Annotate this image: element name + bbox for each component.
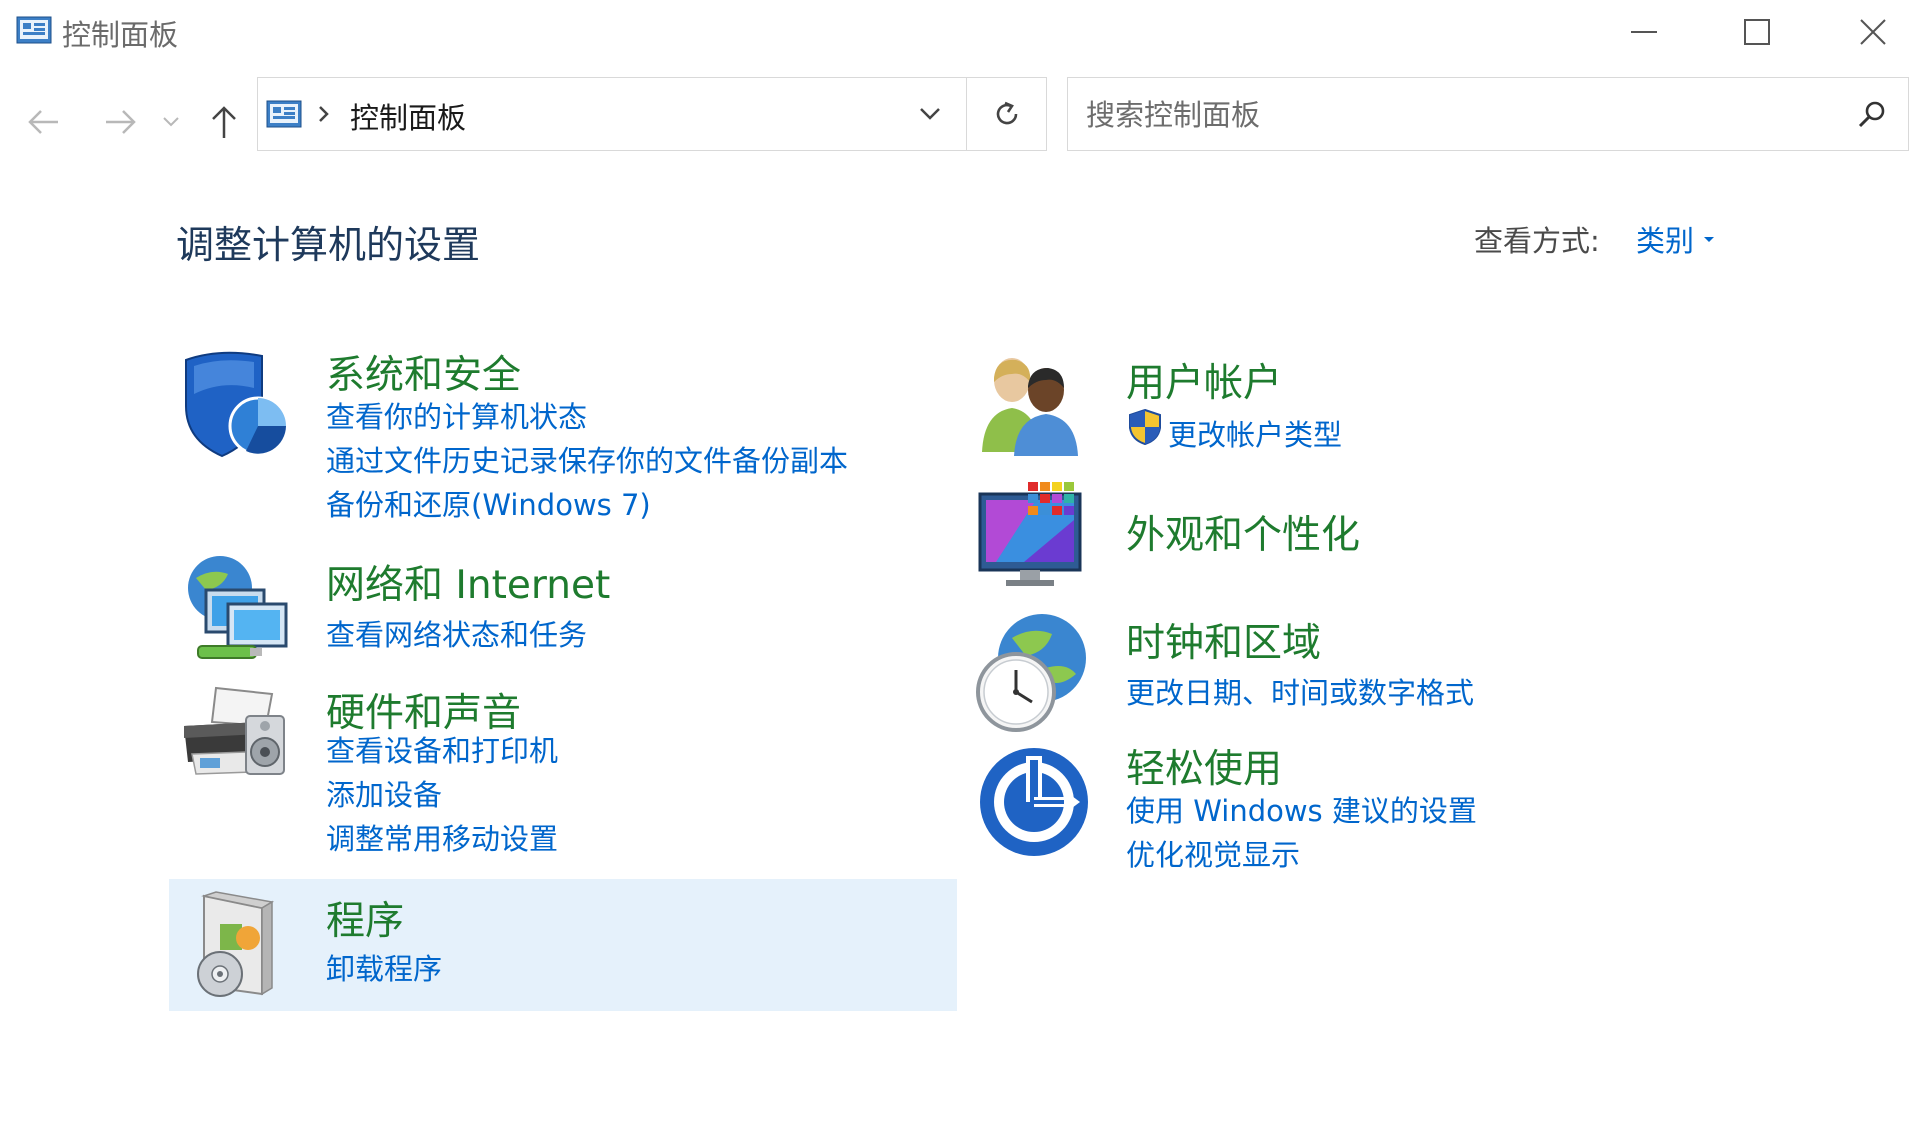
back-button[interactable] — [22, 100, 66, 144]
minimize-button[interactable] — [1619, 8, 1669, 56]
link-view-computer-status[interactable]: 查看你的计算机状态 — [326, 394, 587, 436]
forward-button[interactable] — [98, 100, 142, 144]
window-title: 控制面板 — [62, 18, 179, 52]
address-history-dropdown[interactable] — [908, 92, 952, 136]
refresh-icon — [996, 101, 1018, 125]
maximize-icon — [1744, 19, 1770, 45]
search-icon — [1858, 101, 1885, 128]
category-title[interactable]: 程序 — [326, 890, 404, 946]
recent-locations-button[interactable] — [156, 100, 186, 144]
network-icon — [176, 554, 296, 674]
link-add-device[interactable]: 添加设备 — [326, 772, 442, 814]
link-change-date-time-format[interactable]: 更改日期、时间或数字格式 — [1126, 670, 1474, 712]
link-backup-restore[interactable]: 备份和还原(Windows 7) — [326, 482, 651, 524]
ease-of-access-icon — [976, 738, 1096, 858]
control-panel-icon — [16, 16, 52, 44]
address-divider — [966, 78, 967, 150]
breadcrumb-item[interactable]: 控制面板 — [350, 95, 466, 137]
control-panel-icon — [266, 100, 302, 128]
link-file-history-backup[interactable]: 通过文件历史记录保存你的文件备份副本 — [326, 438, 848, 480]
uac-shield-icon — [1129, 408, 1161, 446]
link-change-account-type[interactable]: 更改帐户类型 — [1168, 412, 1342, 454]
category-title[interactable]: 时钟和区域 — [1126, 612, 1321, 668]
close-button[interactable] — [1848, 8, 1898, 56]
view-by-value[interactable]: 类别 — [1636, 218, 1694, 260]
category-title[interactable]: 用户帐户 — [1126, 352, 1282, 408]
category-title[interactable]: 外观和个性化 — [1126, 504, 1360, 560]
link-network-status[interactable]: 查看网络状态和任务 — [326, 612, 587, 654]
chevron-down-icon — [920, 108, 940, 120]
breadcrumb-separator-icon[interactable] — [314, 102, 334, 130]
link-devices-printers[interactable]: 查看设备和打印机 — [326, 728, 558, 770]
page-title: 调整计算机的设置 — [176, 223, 481, 267]
close-icon — [1860, 19, 1886, 45]
arrow-left-icon — [28, 110, 58, 134]
category-title[interactable]: 轻松使用 — [1126, 738, 1282, 794]
view-by-dropdown[interactable]: 类别 — [1636, 218, 1716, 260]
minimize-icon — [1631, 31, 1657, 33]
category-title[interactable]: 网络和 Internet — [326, 554, 610, 610]
category-title[interactable]: 系统和安全 — [326, 344, 521, 400]
clock-globe-icon — [976, 612, 1096, 732]
arrow-up-icon — [212, 106, 236, 138]
link-recommended-settings[interactable]: 使用 Windows 建议的设置 — [1126, 788, 1477, 830]
arrow-right-icon — [106, 110, 136, 134]
programs-icon — [176, 890, 296, 1010]
up-button[interactable] — [202, 100, 246, 144]
monitor-palette-icon — [976, 480, 1096, 600]
shield-icon — [176, 344, 296, 464]
link-mobility-settings[interactable]: 调整常用移动设置 — [326, 816, 558, 858]
address-bar[interactable]: 控制面板 — [257, 77, 1047, 151]
refresh-button[interactable] — [976, 92, 1038, 136]
caret-down-icon — [1704, 237, 1715, 242]
link-uninstall-program[interactable]: 卸载程序 — [326, 946, 442, 988]
link-optimize-visual-display[interactable]: 优化视觉显示 — [1126, 832, 1300, 874]
view-by-label: 查看方式: — [1474, 224, 1600, 258]
search-input[interactable] — [1084, 94, 1828, 136]
printer-icon — [176, 682, 296, 802]
users-icon — [976, 352, 1096, 472]
maximize-button[interactable] — [1732, 8, 1782, 56]
chevron-down-icon — [163, 117, 179, 127]
search-box[interactable] — [1067, 77, 1909, 151]
title-bar: 控制面板 — [0, 0, 1918, 60]
search-button[interactable] — [1852, 94, 1892, 134]
